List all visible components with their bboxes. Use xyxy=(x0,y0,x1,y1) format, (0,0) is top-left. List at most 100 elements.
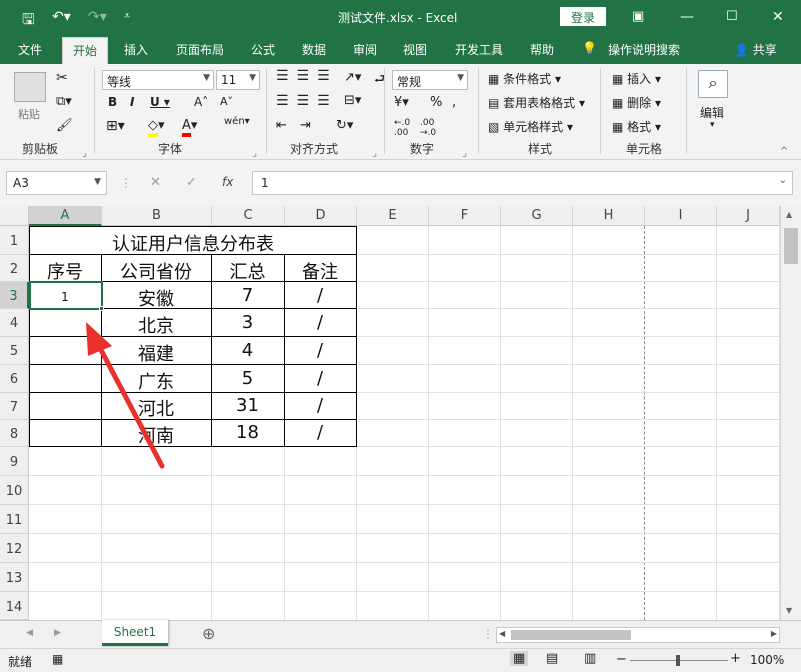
vertical-scrollbar[interactable]: ▲ ▼ xyxy=(780,206,801,620)
italic-button[interactable]: I xyxy=(130,95,134,109)
insert-icon: ▦ xyxy=(612,72,624,86)
increase-indent-icon[interactable]: ⇥ xyxy=(300,118,311,133)
title-bar: 🖫 ↶▾ ↷▾ ⩡ 测试文件.xlsx - Excel 登录 ▣ — ☐ ✕ xyxy=(0,0,801,35)
cancel-icon[interactable]: ✕ xyxy=(150,175,161,190)
bold-button[interactable]: B xyxy=(108,95,117,109)
name-box[interactable]: A3 ▼ xyxy=(6,171,107,195)
horizontal-align-icons[interactable]: ☰☰☰ xyxy=(276,93,338,109)
insert-function-button[interactable]: fx xyxy=(222,175,233,189)
delete-cells-button[interactable]: ▦ 删除 ▾ xyxy=(612,94,661,111)
collapse-ribbon-icon[interactable]: ^ xyxy=(780,146,788,157)
undo-icon[interactable]: ↶▾ xyxy=(52,9,71,25)
tab-developer[interactable]: 开发工具 xyxy=(455,41,503,58)
search-icon[interactable]: ⌕ xyxy=(698,70,728,98)
paste-icon[interactable] xyxy=(14,72,46,102)
font-launcher-icon[interactable]: ⌟ xyxy=(252,146,257,159)
cell-styles-button[interactable]: ▧ 单元格样式 ▾ xyxy=(488,118,573,135)
clipboard-launcher-icon[interactable]: ⌟ xyxy=(82,146,87,159)
tab-file[interactable]: 文件 xyxy=(18,41,42,58)
increase-font-icon[interactable]: A˄ xyxy=(194,95,208,109)
increase-decimal-icon[interactable]: ←.0.00 xyxy=(394,118,410,138)
scroll-up-icon[interactable]: ▲ xyxy=(786,210,792,219)
zoom-out-icon[interactable]: − xyxy=(616,652,627,667)
scroll-right-icon[interactable]: ▶ xyxy=(771,629,777,638)
paste-button[interactable]: 粘贴 xyxy=(18,106,40,122)
number-format-select[interactable]: 常规 ▼ xyxy=(392,70,468,90)
tab-view[interactable]: 视图 xyxy=(403,41,427,58)
share-label: 共享 xyxy=(752,43,777,57)
merge-center-icon[interactable]: ⊟▾ xyxy=(344,93,361,108)
format-as-table-label: 套用表格格式 xyxy=(503,96,576,110)
login-button[interactable]: 登录 xyxy=(560,7,606,26)
font-color-icon[interactable]: A▾ xyxy=(182,118,197,137)
ribbon-display-icon[interactable]: ▣ xyxy=(632,9,644,24)
quick-access-menu-icon[interactable]: ⩡ xyxy=(124,9,130,23)
decrease-indent-icon[interactable]: ⇤ xyxy=(276,118,287,133)
underline-button[interactable]: U ▾ xyxy=(150,95,170,109)
scroll-left-icon[interactable]: ◀ xyxy=(499,629,505,638)
decrease-decimal-icon[interactable]: .00 →.0 xyxy=(420,118,436,138)
prev-sheet-icon[interactable]: ◀ xyxy=(26,628,33,638)
text-direction-icon[interactable]: ↻▾ xyxy=(336,118,353,133)
page-break-view-icon[interactable]: ▥ xyxy=(584,651,596,666)
decrease-font-icon[interactable]: A˅ xyxy=(220,95,233,108)
editing-button[interactable]: 编辑 xyxy=(700,104,724,121)
add-sheet-icon[interactable]: ⊕ xyxy=(202,624,215,643)
format-cells-button[interactable]: ▦ 格式 ▾ xyxy=(612,118,661,135)
scroll-down-icon[interactable]: ▼ xyxy=(786,606,792,615)
minimize-icon[interactable]: — xyxy=(680,9,694,25)
tab-page-layout[interactable]: 页面布局 xyxy=(176,41,224,58)
zoom-slider-thumb[interactable] xyxy=(676,655,680,666)
comma-icon[interactable]: , xyxy=(452,95,456,110)
horizontal-scrollbar[interactable]: ◀ ▶ xyxy=(496,627,780,643)
number-group-label: 数字 xyxy=(410,142,435,156)
font-name-value: 等线 xyxy=(107,75,132,89)
copy-icon[interactable]: ⧉▾ xyxy=(56,94,72,109)
phonetic-icon[interactable]: wén▾ xyxy=(224,116,250,127)
save-icon[interactable]: 🖫 xyxy=(22,9,35,34)
font-name-select[interactable]: 等线 ▼ xyxy=(102,70,214,90)
tab-data[interactable]: 数据 xyxy=(302,41,326,58)
percent-icon[interactable]: % xyxy=(430,95,442,110)
tab-formulas[interactable]: 公式 xyxy=(251,41,275,58)
share-button[interactable]: 👤 共享 xyxy=(734,41,777,58)
page-layout-view-icon[interactable]: ▤ xyxy=(546,651,558,666)
font-size-select[interactable]: 11 ▼ xyxy=(216,70,260,90)
format-as-table-button[interactable]: ▤ 套用表格格式 ▾ xyxy=(488,94,585,111)
next-sheet-icon[interactable]: ▶ xyxy=(54,628,61,638)
normal-view-icon[interactable]: ▦ xyxy=(510,651,529,666)
sheet-bar-divider[interactable]: ⋮ xyxy=(482,627,494,641)
close-icon[interactable]: ✕ xyxy=(772,9,784,25)
tab-insert[interactable]: 插入 xyxy=(124,41,148,58)
cut-icon[interactable]: ✂ xyxy=(56,70,68,86)
expand-formula-icon[interactable]: ⌄ xyxy=(779,175,787,186)
tab-help[interactable]: 帮助 xyxy=(530,41,554,58)
maximize-icon[interactable]: ☐ xyxy=(726,9,738,24)
number-launcher-icon[interactable]: ⌟ xyxy=(462,146,467,159)
enter-icon[interactable]: ✓ xyxy=(186,175,197,190)
sheet-tab-sheet1[interactable]: Sheet1 xyxy=(102,620,168,646)
insert-cells-button[interactable]: ▦ 插入 ▾ xyxy=(612,70,661,87)
format-painter-icon[interactable]: 🖌 xyxy=(56,118,73,133)
formula-input[interactable]: 1 ⌄ xyxy=(252,171,793,195)
fill-color-icon[interactable]: ◇▾ xyxy=(148,118,165,137)
alignment-launcher-icon[interactable]: ⌟ xyxy=(372,146,377,159)
vertical-align-icons[interactable]: ☰☰☰ xyxy=(276,68,338,84)
redo-icon[interactable]: ↷▾ xyxy=(88,9,107,25)
zoom-in-icon[interactable]: + xyxy=(730,651,741,666)
border-icon[interactable]: ⊞▾ xyxy=(106,118,125,134)
orientation-icon[interactable]: ↗▾ xyxy=(344,70,361,85)
scrollbar-thumb[interactable] xyxy=(784,228,798,264)
macro-record-icon[interactable]: ▦ xyxy=(52,652,63,666)
chevron-down-icon[interactable]: ▾ xyxy=(710,120,715,130)
format-label: 格式 xyxy=(627,120,652,134)
tab-home[interactable]: 开始 xyxy=(62,37,109,64)
h-scrollbar-thumb[interactable] xyxy=(511,630,631,640)
lightbulb-icon: 💡 xyxy=(582,41,597,55)
worksheet-grid[interactable]: A B C D E F G H I J 1 2 3 4 5 6 7 8 9 10… xyxy=(0,206,801,620)
tell-me-search[interactable]: 操作说明搜索 xyxy=(608,41,680,58)
zoom-level[interactable]: 100% xyxy=(750,653,784,667)
conditional-format-button[interactable]: ▦ 条件格式 ▾ xyxy=(488,70,561,87)
tab-review[interactable]: 审阅 xyxy=(353,41,377,58)
currency-icon[interactable]: ¥▾ xyxy=(394,95,409,110)
